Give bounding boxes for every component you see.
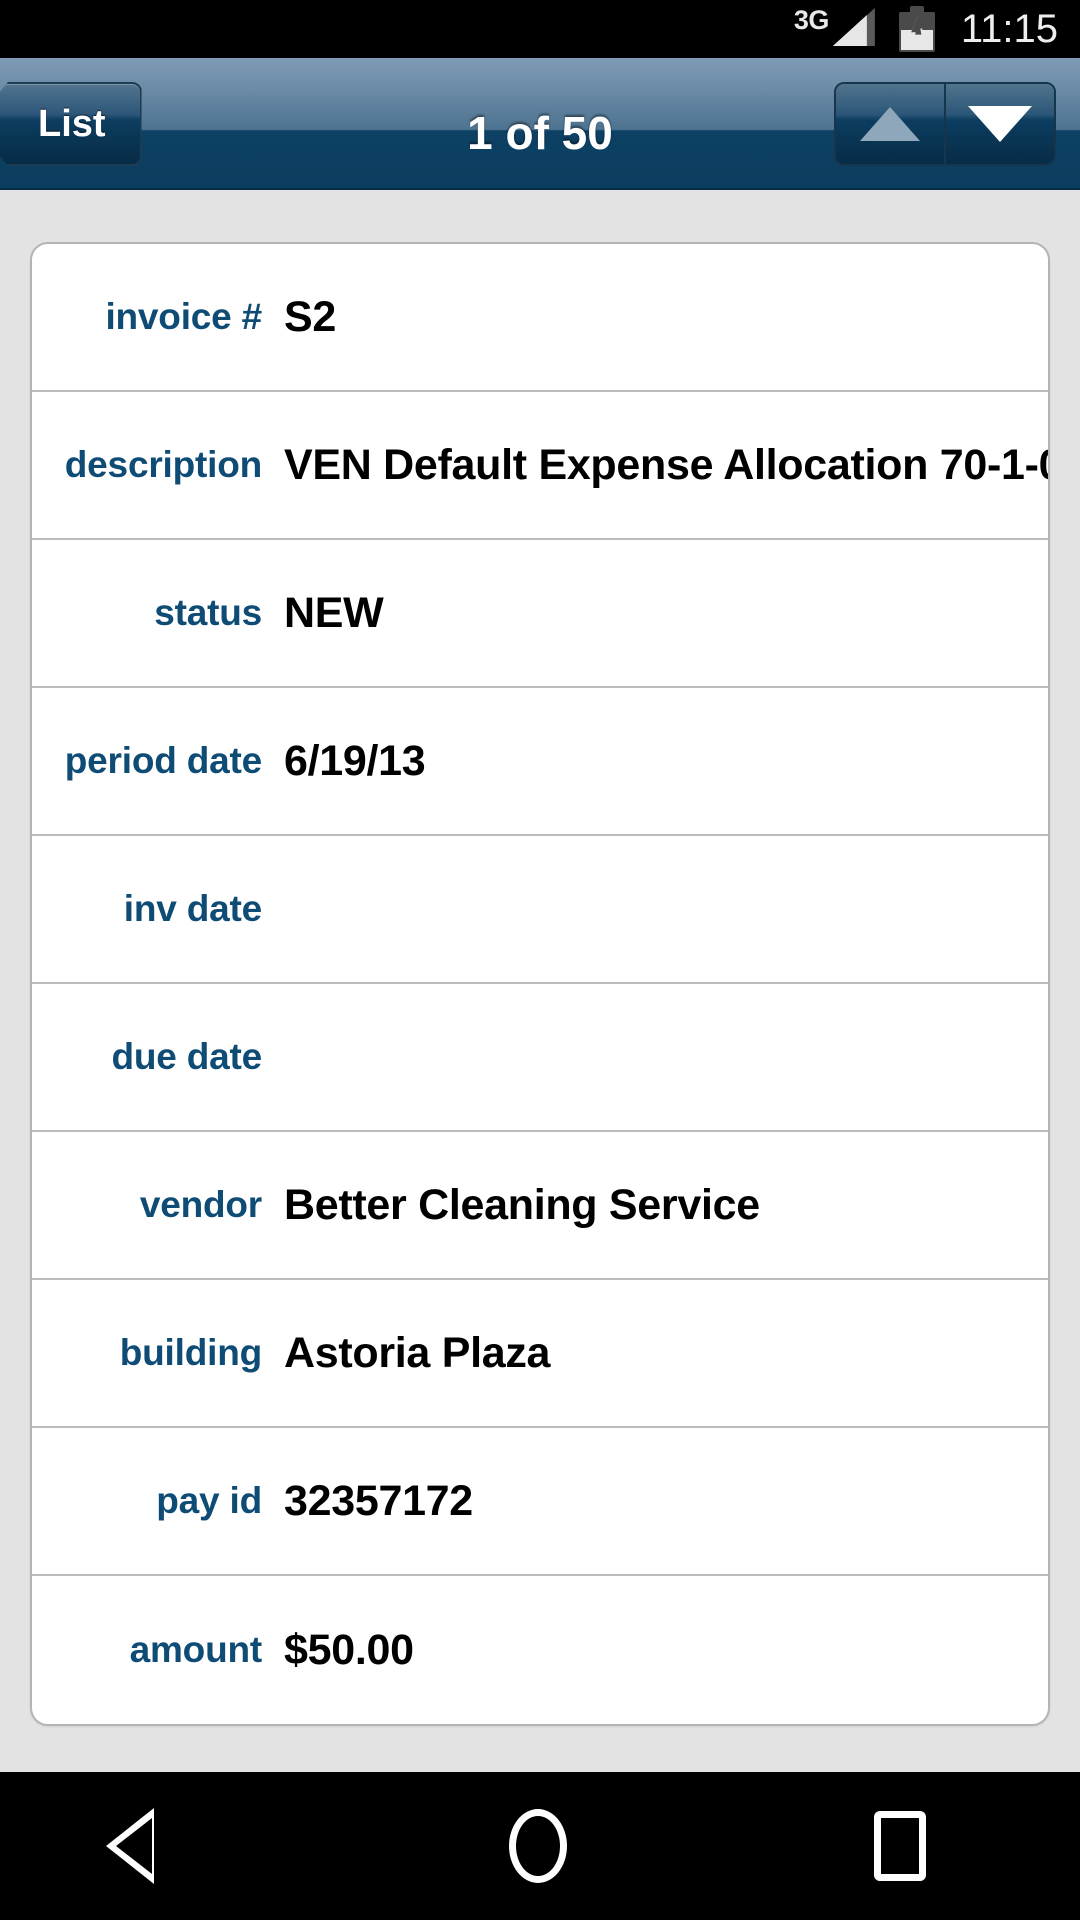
invoice-detail-card: invoice # S2 description VEN Default Exp… [30, 242, 1050, 1726]
table-row[interactable]: status NEW [32, 540, 1048, 688]
detail-scroll-area[interactable]: invoice # S2 description VEN Default Exp… [0, 190, 1080, 1772]
row-value: Better Cleaning Service [284, 1180, 760, 1229]
chevron-down-icon [968, 106, 1032, 142]
row-value: 32357172 [284, 1476, 473, 1525]
row-value: S2 [284, 292, 336, 341]
home-circle-icon[interactable] [508, 1809, 567, 1883]
row-label: building [119, 1332, 262, 1373]
next-record-button[interactable] [944, 84, 1054, 164]
signal-triangle-icon [831, 8, 875, 50]
android-navigation-bar [0, 1772, 1080, 1920]
row-label: vendor [139, 1184, 262, 1225]
table-row[interactable]: building Astoria Plaza [32, 1280, 1048, 1428]
table-row[interactable]: due date [32, 984, 1048, 1132]
table-row[interactable]: vendor Better Cleaning Service [32, 1132, 1048, 1280]
back-to-list-button[interactable]: List [0, 82, 142, 166]
row-label: period date [64, 740, 262, 781]
row-label: inv date [123, 888, 262, 929]
row-value: NEW [284, 588, 384, 637]
app-nav-bar: 1 of 50 List [0, 58, 1080, 190]
row-label: invoice # [105, 296, 262, 337]
table-row[interactable]: amount $50.00 [32, 1576, 1048, 1724]
row-label: pay id [156, 1480, 262, 1521]
back-triangle-icon[interactable] [105, 1808, 202, 1884]
previous-record-button[interactable] [836, 84, 944, 164]
row-value: VEN Default Expense Allocation 70-1-0 [284, 440, 1050, 489]
chevron-up-icon [860, 107, 920, 141]
device-screen: 3G 11:15 1 of 50 List invoice # S2 descr… [0, 0, 1080, 1920]
row-label: description [64, 444, 262, 485]
status-bar: 3G 11:15 [0, 0, 1080, 58]
row-value: Astoria Plaza [284, 1328, 551, 1377]
row-value: $50.00 [284, 1625, 414, 1674]
record-stepper[interactable] [834, 82, 1056, 166]
status-bar-clock: 11:15 [960, 7, 1058, 51]
battery-charging-icon [898, 6, 935, 52]
row-label: due date [111, 1036, 262, 1077]
row-value: 6/19/13 [284, 736, 426, 785]
table-row[interactable]: pay id 32357172 [32, 1428, 1048, 1576]
back-button-label: List [38, 102, 106, 145]
table-row[interactable]: description VEN Default Expense Allocati… [32, 392, 1048, 540]
network-type-label: 3G [793, 4, 830, 35]
row-label: status [154, 592, 262, 633]
table-row[interactable]: invoice # S2 [32, 244, 1048, 392]
row-label: amount [129, 1629, 263, 1670]
table-row[interactable]: period date 6/19/13 [32, 688, 1048, 836]
table-row[interactable]: inv date [32, 836, 1048, 984]
recents-square-icon[interactable] [874, 1811, 927, 1881]
